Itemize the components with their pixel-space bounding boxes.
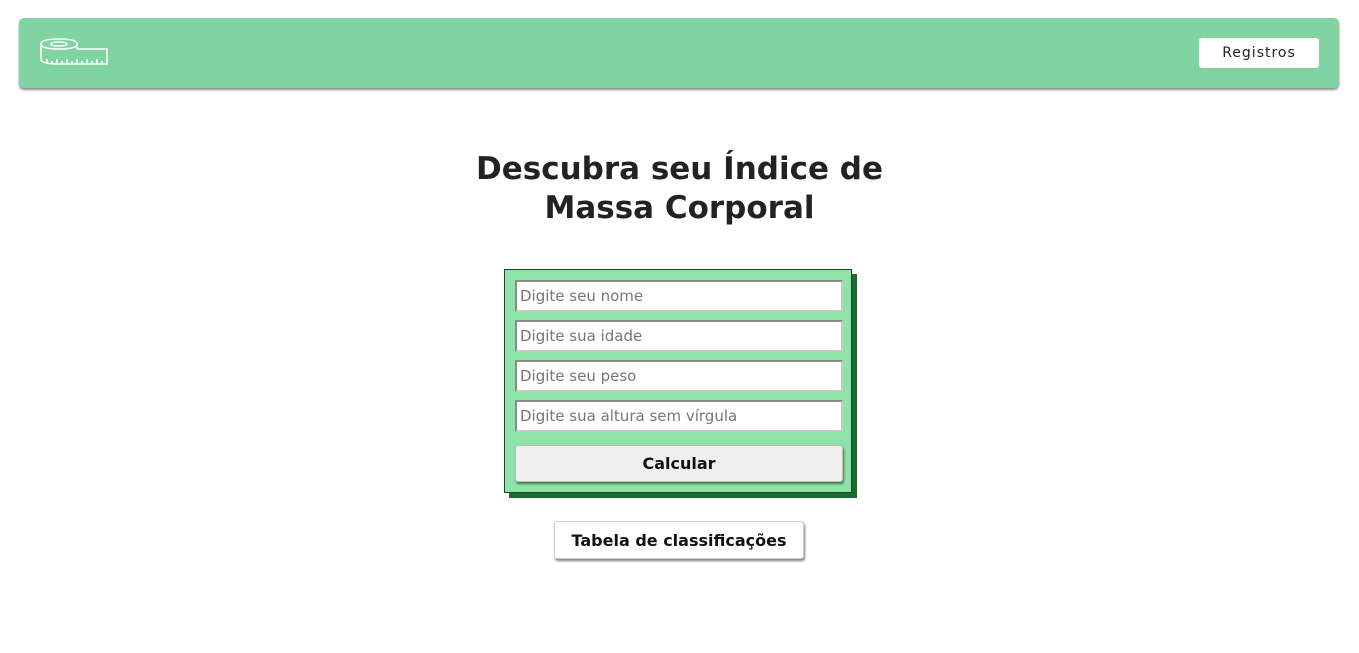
age-input[interactable] (515, 320, 843, 352)
name-input[interactable] (515, 280, 843, 312)
classification-table-button[interactable]: Tabela de classificações (554, 521, 804, 559)
measuring-tape-icon (40, 38, 108, 65)
page-title: Descubra seu Índice de Massa Corporal (475, 151, 883, 226)
height-input[interactable] (515, 400, 843, 432)
top-navbar: Registros (19, 18, 1339, 88)
calculate-button[interactable]: Calcular (515, 445, 843, 482)
registros-button[interactable]: Registros (1199, 38, 1319, 68)
weight-input[interactable] (515, 360, 843, 392)
bmi-form: Calcular (504, 269, 852, 493)
